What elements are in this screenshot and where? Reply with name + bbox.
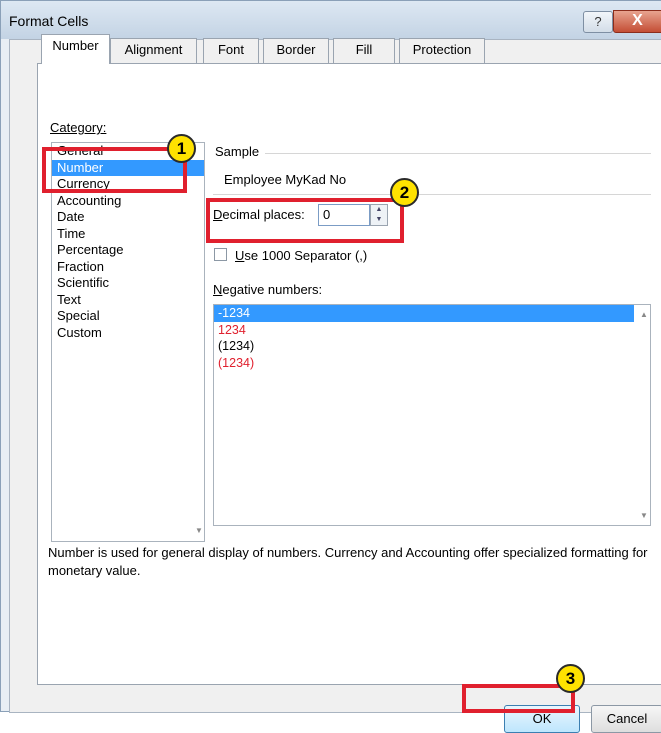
- tab-alignment[interactable]: Alignment: [110, 38, 197, 63]
- category-item-percentage[interactable]: Percentage: [52, 242, 204, 259]
- highlight-decimal-places: [206, 198, 404, 243]
- category-item-date[interactable]: Date: [52, 209, 204, 226]
- category-item-scientific[interactable]: Scientific: [52, 275, 204, 292]
- highlight-ok-button: [462, 684, 575, 713]
- negative-item-minus[interactable]: -1234: [214, 305, 634, 322]
- category-item-time[interactable]: Time: [52, 226, 204, 243]
- step-badge-3: 3: [556, 664, 585, 693]
- tab-number[interactable]: Number: [41, 34, 110, 64]
- scroll-down-icon[interactable]: ▼: [195, 526, 203, 535]
- sample-divider: [213, 194, 651, 195]
- sample-value: Employee MyKad No: [224, 172, 347, 187]
- negative-numbers-label: Negative numbers:: [213, 282, 323, 297]
- format-cells-dialog: Format Cells ? X Number Alignment Font B…: [0, 0, 661, 733]
- tab-protection[interactable]: Protection: [399, 38, 485, 63]
- thousand-separator-checkbox[interactable]: [214, 248, 227, 261]
- negative-item-parens[interactable]: (1234): [214, 338, 634, 355]
- highlight-category-number: [42, 147, 187, 193]
- step-badge-1: 1: [167, 134, 196, 163]
- category-description: Number is used for general display of nu…: [48, 545, 648, 578]
- dialog-title: Format Cells: [9, 13, 89, 29]
- category-item-accounting[interactable]: Accounting: [52, 193, 204, 210]
- negative-item-red[interactable]: 1234: [214, 322, 634, 339]
- category-item-special[interactable]: Special: [52, 308, 204, 325]
- category-item-text[interactable]: Text: [52, 292, 204, 309]
- cancel-button[interactable]: Cancel: [591, 705, 661, 733]
- category-list[interactable]: General Number Currency Accounting Date …: [51, 142, 205, 542]
- negative-item-red-parens[interactable]: (1234): [214, 355, 634, 372]
- tab-font[interactable]: Font: [203, 38, 259, 63]
- category-label: Category:: [50, 120, 107, 135]
- sample-group-line: [265, 153, 651, 154]
- step-badge-2: 2: [390, 178, 419, 207]
- thousand-separator-label: Use 1000 Separator (,): [235, 248, 368, 263]
- sample-label: Sample: [215, 144, 260, 159]
- close-button[interactable]: X: [613, 10, 661, 33]
- category-item-fraction[interactable]: Fraction: [52, 259, 204, 276]
- category-item-custom[interactable]: Custom: [52, 325, 204, 342]
- scroll-up-icon[interactable]: ▲: [640, 310, 648, 319]
- tab-border[interactable]: Border: [263, 38, 329, 63]
- scroll-down-icon[interactable]: ▼: [640, 511, 648, 520]
- tab-fill[interactable]: Fill: [333, 38, 395, 63]
- negative-numbers-list[interactable]: -1234 1234 (1234) (1234) ▲ ▼: [213, 304, 651, 526]
- help-button[interactable]: ?: [583, 11, 613, 33]
